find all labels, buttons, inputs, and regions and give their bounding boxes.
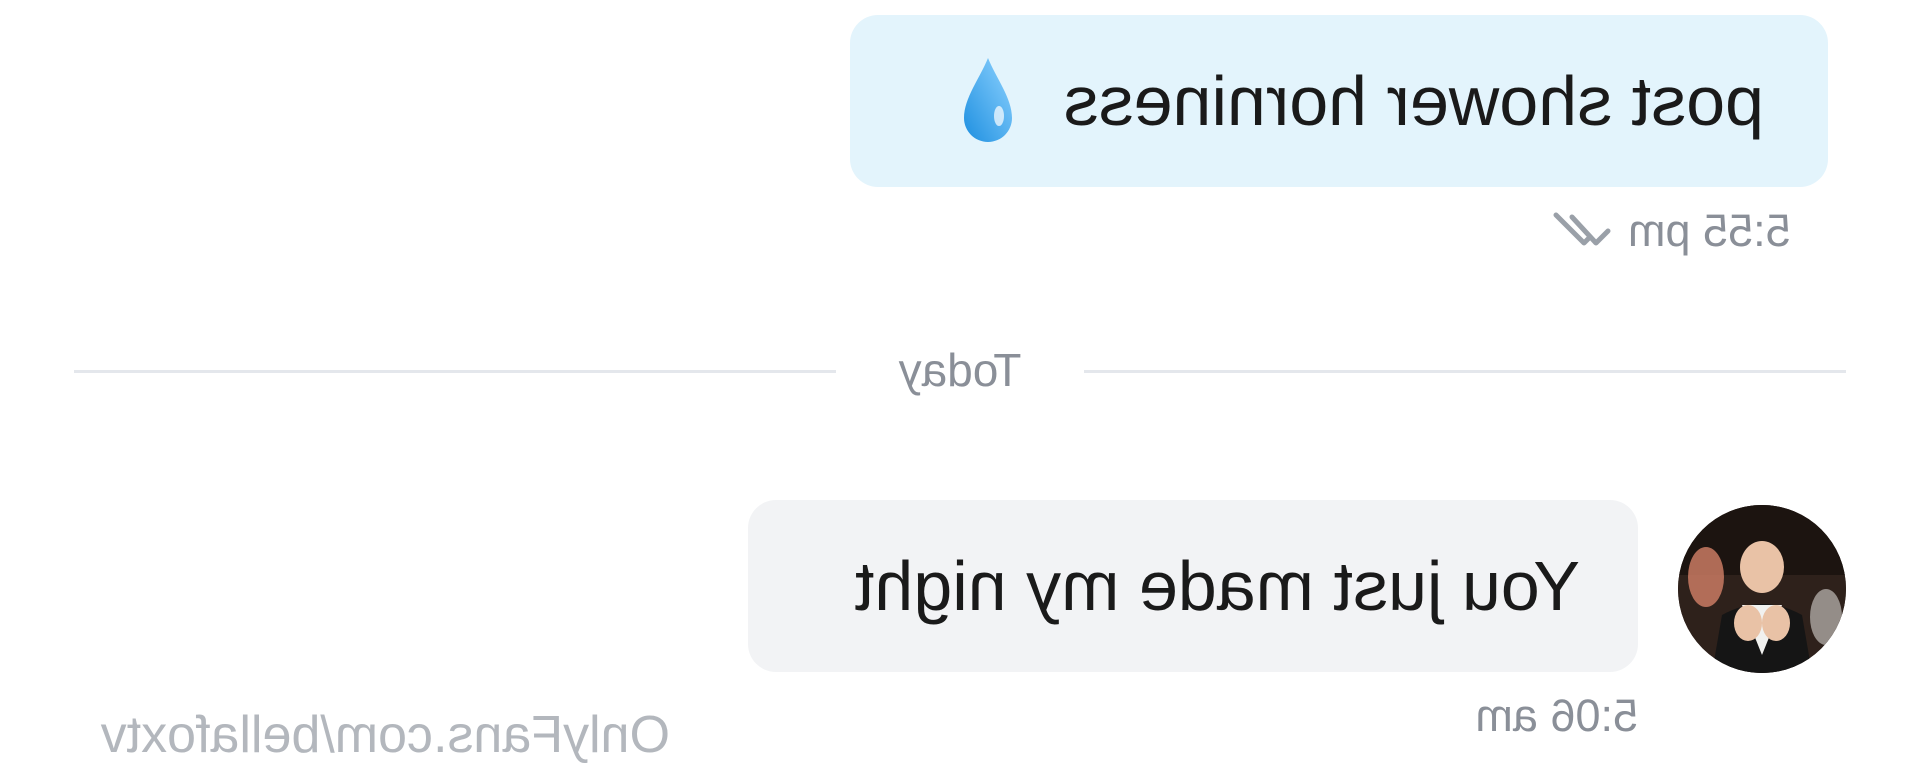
message-bubble-incoming[interactable]: You just made my night bbox=[748, 500, 1638, 672]
message-bubble-outgoing[interactable]: post shower horniness bbox=[850, 15, 1828, 187]
message-timestamp-incoming: 5:06 am bbox=[1475, 690, 1638, 741]
message-timestamp-outgoing: 5:55 pm bbox=[1550, 205, 1791, 257]
timestamp-text: 5:55 pm bbox=[1628, 205, 1791, 256]
chat-conversation: post shower horniness 5:55 pm Today You … bbox=[0, 0, 1920, 777]
avatar[interactable] bbox=[1678, 505, 1846, 673]
avatar-photo bbox=[1678, 505, 1846, 673]
message-text: You just made my night bbox=[854, 547, 1580, 625]
droplet-icon bbox=[963, 58, 1012, 142]
date-divider: Today bbox=[74, 344, 1846, 396]
double-check-icon bbox=[1553, 212, 1611, 246]
date-divider-label: Today bbox=[898, 344, 1022, 396]
message-text: post shower horniness bbox=[1063, 62, 1764, 140]
watermark: OnlyFans.com/bellafoxtv bbox=[100, 706, 670, 764]
